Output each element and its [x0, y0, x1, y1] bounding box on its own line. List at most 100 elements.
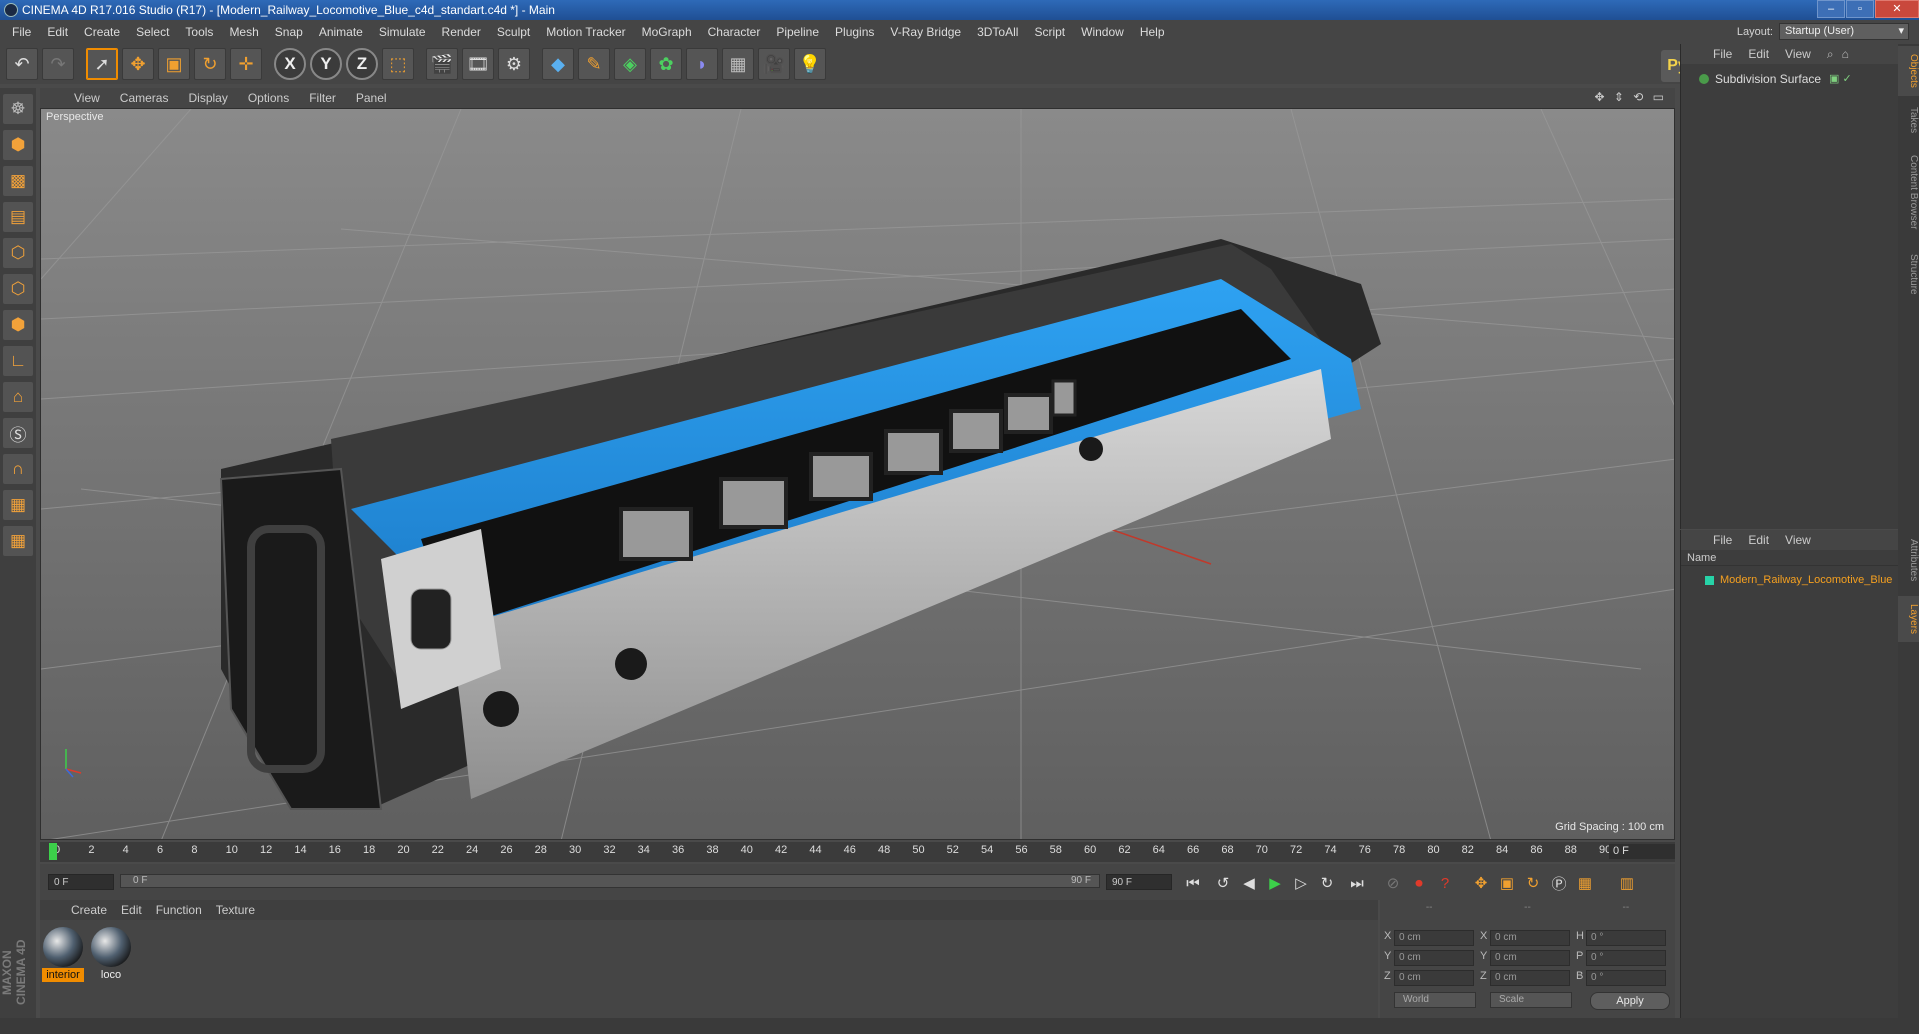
position-y-field[interactable]: 0 cm [1394, 950, 1474, 966]
min-frame-field[interactable]: 0 F [48, 874, 114, 890]
y-axis-lock-button[interactable]: Y [310, 48, 342, 80]
tab-takes[interactable]: Takes [1898, 100, 1919, 140]
material-interior[interactable]: interior [42, 926, 84, 982]
deformer-icon[interactable]: ◗ [686, 48, 718, 80]
position-x-field[interactable]: 0 cm [1394, 930, 1474, 946]
axis-mode-icon[interactable]: ∟ [3, 346, 33, 376]
menu-3dtoall[interactable]: 3DToAll [969, 25, 1026, 39]
z-axis-lock-button[interactable]: Z [346, 48, 378, 80]
tab-attributes[interactable]: Attributes [1898, 530, 1919, 590]
render-settings-icon[interactable]: ⚙ [498, 48, 530, 80]
record-rotation-icon[interactable]: ↻ [1520, 870, 1546, 896]
next-frame-icon[interactable]: ▷ [1288, 870, 1314, 896]
previous-key-icon[interactable]: ↺ [1210, 870, 1236, 896]
layers-menu-view[interactable]: View [1777, 533, 1819, 547]
viewport-navigation-icons[interactable]: ✥ ⇕ ⟲ ▭ [1594, 90, 1667, 104]
size-y-field[interactable]: 0 cm [1490, 950, 1570, 966]
material-menu-texture[interactable]: Texture [209, 903, 262, 917]
objects-menu-file[interactable]: File [1705, 47, 1740, 61]
make-editable-icon[interactable]: ☸ [3, 94, 33, 124]
size-mode-select[interactable]: Scale [1490, 992, 1572, 1008]
viewport-menu-panel[interactable]: Panel [346, 91, 397, 105]
material-loco[interactable]: loco [90, 926, 132, 982]
menu-mesh[interactable]: Mesh [221, 25, 266, 39]
menu-create[interactable]: Create [76, 25, 128, 39]
current-frame-field[interactable]: 0 F [1609, 844, 1675, 859]
light-icon[interactable]: 💡 [794, 48, 826, 80]
position-z-field[interactable]: 0 cm [1394, 970, 1474, 986]
max-frame-field[interactable]: 90 F [1106, 874, 1172, 890]
record-position-icon[interactable]: ✥ [1468, 870, 1494, 896]
maximize-button[interactable]: ▫ [1846, 0, 1874, 18]
menu-motion-tracker[interactable]: Motion Tracker [538, 25, 633, 39]
magnet-icon[interactable]: ∩ [3, 454, 33, 484]
menu-vray-bridge[interactable]: V-Ray Bridge [882, 25, 969, 39]
menu-pipeline[interactable]: Pipeline [768, 25, 827, 39]
search-icon[interactable]: ⌕ [1827, 47, 1834, 62]
layers-menu-file[interactable]: File [1705, 533, 1740, 547]
cube-primitive-icon[interactable]: ◆ [542, 48, 574, 80]
menu-render[interactable]: Render [434, 25, 489, 39]
tab-structure[interactable]: Structure [1898, 244, 1919, 304]
planar-workplane-icon[interactable]: ▦ [3, 526, 33, 556]
menu-snap[interactable]: Snap [267, 25, 311, 39]
menu-mograph[interactable]: MoGraph [634, 25, 700, 39]
menu-plugins[interactable]: Plugins [827, 25, 882, 39]
rotation-b-field[interactable]: 0 ° [1586, 970, 1666, 986]
cloner-icon[interactable]: ✿ [650, 48, 682, 80]
keyframe-selection-icon[interactable]: ? [1432, 870, 1458, 896]
material-menu-function[interactable]: Function [149, 903, 209, 917]
floor-environment-icon[interactable]: ▦ [722, 48, 754, 80]
rotate-tool-icon[interactable]: ↻ [194, 48, 226, 80]
workplane-mode-icon[interactable]: ▤ [3, 202, 33, 232]
points-mode-icon[interactable]: ⬡ [3, 238, 33, 268]
rotation-p-field[interactable]: 0 ° [1586, 950, 1666, 966]
tab-objects[interactable]: Objects [1898, 46, 1919, 96]
menu-select[interactable]: Select [128, 25, 177, 39]
record-scale-icon[interactable]: ▣ [1494, 870, 1520, 896]
menu-animate[interactable]: Animate [311, 25, 371, 39]
menu-window[interactable]: Window [1073, 25, 1132, 39]
render-view-icon[interactable]: 🎬 [426, 48, 458, 80]
objects-menu-edit[interactable]: Edit [1740, 47, 1777, 61]
next-key-icon[interactable]: ↻ [1314, 870, 1340, 896]
scale-tool-icon[interactable]: ▣ [158, 48, 190, 80]
viewport-menu-filter[interactable]: Filter [299, 91, 346, 105]
go-to-end-icon[interactable]: ⏭ [1344, 870, 1370, 896]
rotation-h-field[interactable]: 0 ° [1586, 930, 1666, 946]
last-tool-icon[interactable]: ✛ [230, 48, 262, 80]
objects-menu-view[interactable]: View [1777, 47, 1819, 61]
menu-sculpt[interactable]: Sculpt [489, 25, 538, 39]
move-tool-icon[interactable]: ✥ [122, 48, 154, 80]
autokey-icon[interactable]: ⏺ [1406, 870, 1432, 896]
playhead-marker[interactable] [49, 843, 57, 860]
snap-icon[interactable]: Ⓢ [3, 418, 33, 448]
viewport-menu-options[interactable]: Options [238, 91, 299, 105]
camera-icon[interactable]: 🎥 [758, 48, 790, 80]
edges-mode-icon[interactable]: ⬡ [3, 274, 33, 304]
apply-button[interactable]: Apply [1590, 992, 1670, 1010]
render-picture-viewer-icon[interactable]: 🎞 [462, 48, 494, 80]
viewport-menu-display[interactable]: Display [178, 91, 237, 105]
layers-menu-edit[interactable]: Edit [1740, 533, 1777, 547]
object-row-subdivision-surface[interactable]: Subdivision Surface [1685, 72, 1821, 86]
undo-icon[interactable]: ↶ [6, 48, 38, 80]
subdivision-generator-icon[interactable]: ◈ [614, 48, 646, 80]
menu-tools[interactable]: Tools [177, 25, 221, 39]
workplane-lock-icon[interactable]: ▦ [3, 490, 33, 520]
polygons-mode-icon[interactable]: ⬢ [3, 310, 33, 340]
object-visibility-checks[interactable]: ▣ ✓ [1829, 72, 1852, 85]
size-x-field[interactable]: 0 cm [1490, 930, 1570, 946]
size-z-field[interactable]: 0 cm [1490, 970, 1570, 986]
go-to-start-icon[interactable]: ⏮ [1180, 870, 1206, 896]
texture-mode-icon[interactable]: ▩ [3, 166, 33, 196]
x-axis-lock-button[interactable]: X [274, 48, 306, 80]
timeline-window-icon[interactable]: ▥ [1614, 870, 1640, 896]
record-point-level-icon[interactable]: ▦ [1572, 870, 1598, 896]
redo-icon[interactable]: ↷ [42, 48, 74, 80]
live-selection-icon[interactable]: ➚ [86, 48, 118, 80]
timeline-ruler[interactable]: 0 2 4 6 8 10 12 14 16 18 20 22 24 26 28 30 32 34 36 38 40 42 4… [40, 842, 1675, 862]
coordinate-system-icon[interactable]: ⬚ [382, 48, 414, 80]
menu-edit[interactable]: Edit [39, 25, 76, 39]
minimize-button[interactable]: – [1817, 0, 1845, 18]
